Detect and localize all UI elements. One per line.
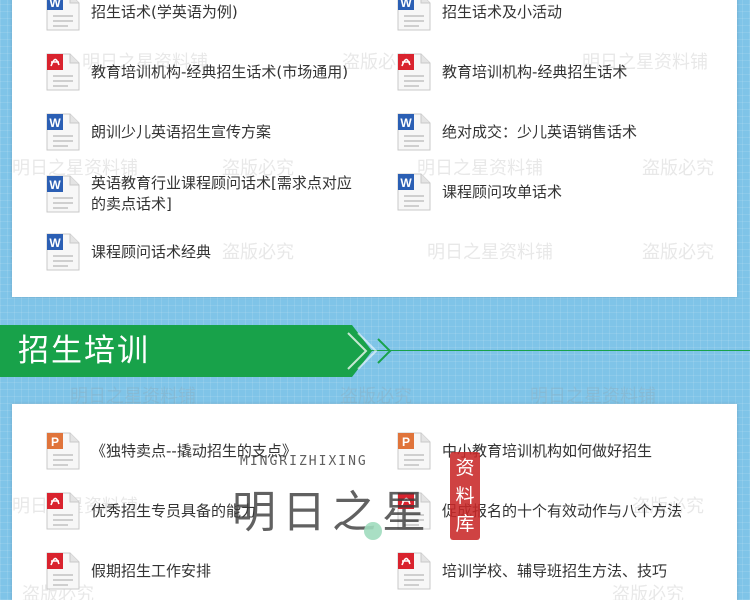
svg-text:W: W xyxy=(400,116,412,130)
file-item[interactable]: 教育培训机构-经典招生话术(市场通用) xyxy=(46,53,348,91)
pdf-doc-icon xyxy=(46,492,80,530)
file-label: 培训学校、辅导班招生方法、技巧 xyxy=(442,561,668,580)
section-banner: 招生培训 xyxy=(0,325,750,377)
file-item[interactable]: W 招生话术(学英语为例) xyxy=(46,0,238,31)
svg-text:W: W xyxy=(49,116,61,130)
word-doc-icon: W xyxy=(46,175,80,213)
logo-dot xyxy=(364,522,382,540)
seal-char: 库 xyxy=(455,513,475,535)
pdf-doc-icon xyxy=(397,53,431,91)
file-item[interactable]: 优秀招生专员具备的能力 xyxy=(46,492,256,530)
watermark-logo: MINGRIZHIXING 明日之星 资 料 库 xyxy=(228,432,488,542)
file-label: 绝对成交：少儿英语销售话术 xyxy=(442,122,638,141)
logo-english-text: MINGRIZHIXING xyxy=(240,454,368,469)
word-doc-icon: W xyxy=(397,173,431,211)
file-label: 课程顾问攻单话术 xyxy=(442,182,563,201)
svg-text:W: W xyxy=(49,236,61,250)
svg-text:W: W xyxy=(49,0,61,10)
section-title: 招生培训 xyxy=(18,333,150,369)
watermark-text: 明日之星资料铺 xyxy=(427,242,553,263)
file-label: 教育培训机构-经典招生话术 xyxy=(442,62,628,81)
file-label: 英语教育行业课程顾问话术[需求点对应的卖点话术] xyxy=(91,174,352,213)
word-doc-icon: W xyxy=(46,233,80,271)
file-item[interactable]: W 绝对成交：少儿英语销售话术 xyxy=(397,113,637,151)
file-label: 课程顾问话术经典 xyxy=(91,242,212,261)
file-item[interactable]: W 英语教育行业课程顾问话术[需求点对应的卖点话术] xyxy=(46,173,361,215)
file-list-panel-top: 明日之星资料铺 盗版必究 明日之星资料铺 明日之星资料铺 盗版必究 明日之星资料… xyxy=(12,0,737,297)
logo-chinese-text: 明日之星 xyxy=(232,487,432,538)
file-item[interactable]: 教育培训机构-经典招生话术 xyxy=(397,53,627,91)
logo-seal: 资 料 库 xyxy=(450,452,480,540)
svg-text:W: W xyxy=(400,0,412,10)
pdf-doc-icon xyxy=(46,53,80,91)
chevron-right-icon xyxy=(347,332,392,370)
seal-char: 料 xyxy=(455,485,475,507)
file-item[interactable]: W 课程顾问话术经典 xyxy=(46,233,211,271)
file-label: 假期招生工作安排 xyxy=(91,561,212,580)
file-item[interactable]: W 招生话术及小活动 xyxy=(397,0,562,31)
svg-text:P: P xyxy=(51,435,59,449)
file-item[interactable]: W 朗训少儿英语招生宣传方案 xyxy=(46,113,271,151)
ppt-doc-icon: P xyxy=(46,432,80,470)
watermark-text: 盗版必究 xyxy=(222,242,294,263)
word-doc-icon: W xyxy=(46,0,80,31)
watermark-text: 盗版必究 xyxy=(642,242,714,263)
file-label: 招生话术(学英语为例) xyxy=(91,2,238,21)
watermark-text: 盗版必究 xyxy=(642,158,714,179)
file-label: 朗训少儿英语招生宣传方案 xyxy=(91,122,272,141)
word-doc-icon: W xyxy=(397,0,431,31)
seal-char: 资 xyxy=(455,457,475,479)
file-label: 教育培训机构-经典招生话术(市场通用) xyxy=(91,62,349,81)
svg-text:W: W xyxy=(49,178,61,192)
svg-text:W: W xyxy=(400,176,412,190)
word-doc-icon: W xyxy=(397,113,431,151)
file-item[interactable]: W 课程顾问攻单话术 xyxy=(397,173,562,211)
pdf-doc-icon xyxy=(397,552,431,590)
word-doc-icon: W xyxy=(46,113,80,151)
file-item[interactable]: 假期招生工作安排 xyxy=(46,552,211,590)
file-item[interactable]: 培训学校、辅导班招生方法、技巧 xyxy=(397,552,667,590)
pdf-doc-icon xyxy=(46,552,80,590)
file-label: 招生话术及小活动 xyxy=(442,2,563,21)
